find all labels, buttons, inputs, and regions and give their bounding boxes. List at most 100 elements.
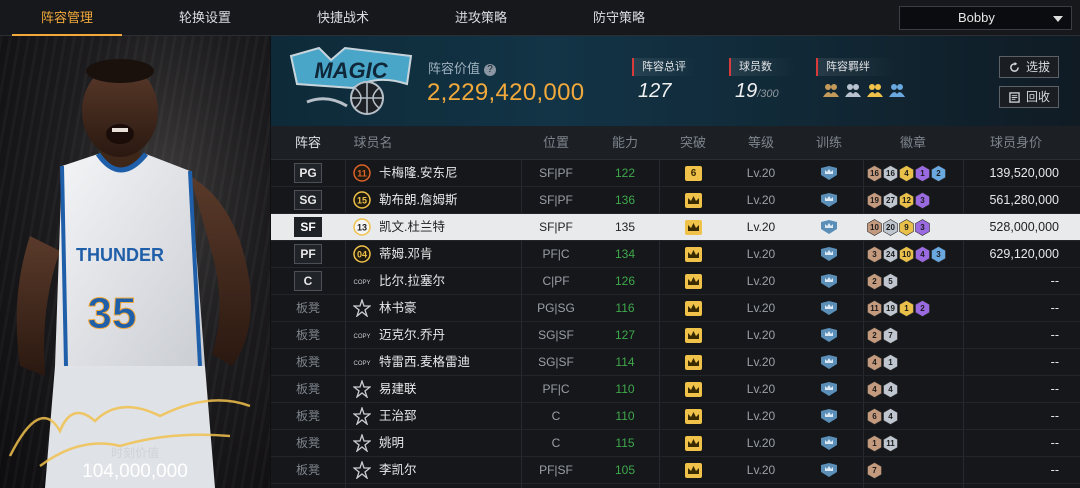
badge-hexagon-icon[interactable]: 5: [883, 273, 898, 290]
crown-icon[interactable]: [685, 301, 702, 316]
player-name[interactable]: 林书豪: [379, 295, 521, 322]
badge-hexagon-icon[interactable]: 1: [899, 300, 914, 317]
player-name[interactable]: 迈克尔.乔丹: [379, 322, 521, 349]
training-icon[interactable]: [820, 381, 838, 397]
badge-hexagon-icon[interactable]: 7: [867, 462, 882, 479]
badge-hexagon-icon[interactable]: 10: [899, 246, 914, 263]
training-icon[interactable]: [820, 273, 838, 289]
badge-hexagon-icon[interactable]: 3: [867, 246, 882, 263]
player-name[interactable]: 蒂姆.邓肯: [379, 241, 521, 268]
table-row[interactable]: SF 13 凯文.杜兰特 SF|PF 135 Lv.20 10 20 9 3 528,000,000: [271, 214, 1080, 241]
badge-hexagon-icon[interactable]: 12: [899, 192, 914, 209]
badge-hexagon-icon[interactable]: 2: [867, 327, 882, 344]
badge-hexagon-icon[interactable]: 4: [867, 381, 882, 398]
badge-hexagon-icon[interactable]: 16: [867, 165, 882, 182]
badge-hexagon-icon[interactable]: 4: [915, 246, 930, 263]
help-icon[interactable]: ?: [484, 63, 497, 76]
crown-icon[interactable]: [685, 193, 702, 208]
tab-offense-strategy[interactable]: 进攻策略: [426, 0, 536, 36]
col-ability[interactable]: 能力: [591, 126, 659, 160]
badge-hexagon-icon[interactable]: 1: [883, 354, 898, 371]
badge-hexagon-icon[interactable]: 2: [931, 165, 946, 182]
player-name[interactable]: 勒布朗.詹姆斯: [379, 187, 521, 214]
position-slot-badge[interactable]: PG: [294, 163, 322, 183]
badge-hexagon-icon[interactable]: 20: [883, 219, 898, 236]
player-name[interactable]: 凯文.杜兰特: [379, 214, 521, 241]
training-icon[interactable]: [820, 192, 838, 208]
table-row[interactable]: 板凳 易建联 PF|C 110 Lv.20 4 4 --: [271, 376, 1080, 403]
col-position[interactable]: 位置: [521, 126, 591, 160]
table-row[interactable]: C COPY 比尔.拉塞尔 C|PF 126 Lv.20 2 5 --: [271, 268, 1080, 295]
badge-hexagon-icon[interactable]: 11: [883, 435, 898, 452]
tab-lineup-management[interactable]: 阵容管理: [12, 0, 122, 36]
select-button[interactable]: 选拔: [999, 56, 1059, 78]
featured-player-panel[interactable]: THUNDER 35 时刻价值 104,000,000: [0, 36, 270, 488]
col-player-name[interactable]: 球员名: [353, 126, 393, 160]
col-level[interactable]: 等级: [727, 126, 795, 160]
badge-hexagon-icon[interactable]: 9: [899, 219, 914, 236]
position-slot-badge[interactable]: PF: [294, 244, 322, 264]
table-row[interactable]: 板凳 李凯尔 PF|SF 105 Lv.20 7 --: [271, 457, 1080, 484]
position-slot-badge[interactable]: SF: [294, 217, 322, 237]
badge-hexagon-icon[interactable]: 1: [915, 165, 930, 182]
badge-hexagon-icon[interactable]: 4: [883, 381, 898, 398]
table-row[interactable]: 板凳 姚明 C 115 Lv.20 1 11 --: [271, 430, 1080, 457]
user-dropdown[interactable]: Bobby: [899, 6, 1072, 30]
table-row[interactable]: SG 15 勒布朗.詹姆斯 SF|PF 136 Lv.20 19 27 12 3 561,280,0…: [271, 187, 1080, 214]
col-lineup[interactable]: 阵容: [271, 126, 345, 160]
badge-hexagon-icon[interactable]: 2: [915, 300, 930, 317]
bond-players-icon[interactable]: [888, 82, 906, 100]
badge-hexagon-icon[interactable]: 3: [915, 219, 930, 236]
player-name[interactable]: 李凯尔: [379, 457, 521, 484]
badge-hexagon-icon[interactable]: 10: [867, 219, 882, 236]
badge-hexagon-icon[interactable]: 4: [867, 354, 882, 371]
crown-icon[interactable]: [685, 247, 702, 262]
badge-hexagon-icon[interactable]: 7: [883, 327, 898, 344]
training-icon[interactable]: [820, 165, 838, 181]
crown-icon[interactable]: [685, 355, 702, 370]
position-slot-badge[interactable]: C: [294, 271, 322, 291]
training-icon[interactable]: [820, 300, 838, 316]
player-name[interactable]: 比尔.拉塞尔: [379, 268, 521, 295]
table-row[interactable]: PG 11 卡梅隆.安东尼 SF|PF 122 6 Lv.20 16 16 4 1 2 139,520,…: [271, 160, 1080, 187]
badge-hexagon-icon[interactable]: 6: [867, 408, 882, 425]
table-row[interactable]: 板凳 COPY 特雷西.麦格雷迪 SG|SF 114 Lv.20 4 1 --: [271, 349, 1080, 376]
crown-icon[interactable]: [685, 436, 702, 451]
badge-hexagon-icon[interactable]: 19: [883, 300, 898, 317]
table-row[interactable]: 板凳 COPY 迈克尔.乔丹 SG|SF 127 Lv.20 2 7 --: [271, 322, 1080, 349]
position-slot-badge[interactable]: SG: [294, 190, 322, 210]
col-training[interactable]: 训练: [795, 126, 863, 160]
training-icon[interactable]: [820, 219, 838, 235]
breakthrough-count[interactable]: 6: [685, 166, 702, 181]
crown-icon[interactable]: [685, 274, 702, 289]
table-row[interactable]: 板凳 林书豪 PG|SG 116 Lv.20 11 19 1 2 --: [271, 295, 1080, 322]
badge-hexagon-icon[interactable]: 3: [931, 246, 946, 263]
player-name[interactable]: 姚明: [379, 430, 521, 457]
training-icon[interactable]: [820, 408, 838, 424]
badge-hexagon-icon[interactable]: 11: [867, 300, 882, 317]
tab-rotation-settings[interactable]: 轮换设置: [150, 0, 260, 36]
badge-hexagon-icon[interactable]: 24: [883, 246, 898, 263]
bond-players-icon[interactable]: [822, 82, 840, 100]
crown-icon[interactable]: [685, 463, 702, 478]
col-player-value[interactable]: 球员身价: [971, 126, 1061, 160]
player-name[interactable]: 卡梅隆.安东尼: [379, 160, 521, 187]
bond-players-icon[interactable]: [866, 82, 884, 100]
badge-hexagon-icon[interactable]: 27: [883, 192, 898, 209]
badge-hexagon-icon[interactable]: 19: [867, 192, 882, 209]
badge-hexagon-icon[interactable]: 2: [867, 273, 882, 290]
tab-defense-strategy[interactable]: 防守策略: [564, 0, 674, 36]
recycle-button[interactable]: 回收: [999, 86, 1059, 108]
player-name[interactable]: 王治郅: [379, 403, 521, 430]
badge-hexagon-icon[interactable]: 4: [883, 408, 898, 425]
col-badges[interactable]: 徽章: [863, 126, 963, 160]
badge-hexagon-icon[interactable]: 3: [915, 192, 930, 209]
training-icon[interactable]: [820, 246, 838, 262]
badge-hexagon-icon[interactable]: 1: [867, 435, 882, 452]
crown-icon[interactable]: [685, 382, 702, 397]
tab-quick-tactics[interactable]: 快捷战术: [288, 0, 398, 36]
training-icon[interactable]: [820, 354, 838, 370]
crown-icon[interactable]: [685, 409, 702, 424]
player-name[interactable]: 易建联: [379, 376, 521, 403]
player-name[interactable]: 特雷西.麦格雷迪: [379, 349, 521, 376]
